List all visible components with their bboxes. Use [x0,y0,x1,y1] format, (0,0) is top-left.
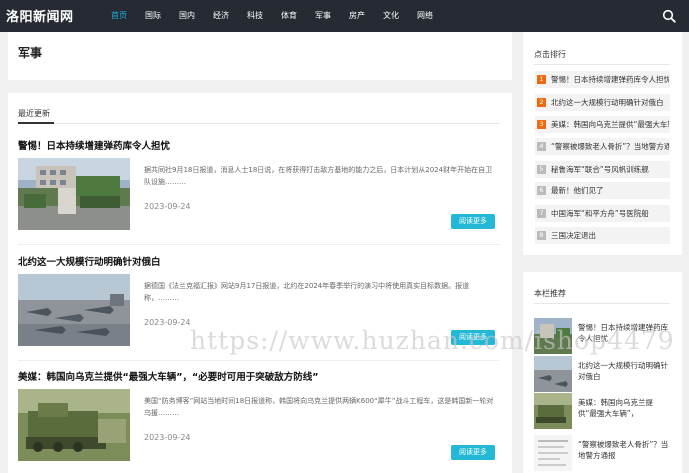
rank-link[interactable]: 中国海军“和平方舟”号医院船 [551,208,669,219]
watermark-text: https://www.huzhan.com/ishop4479 [190,326,675,355]
search-icon[interactable] [662,9,676,23]
nav-item-international[interactable]: 国际 [136,0,170,32]
nav-item-economy[interactable]: 经济 [204,0,238,32]
rank-item[interactable]: 6 最新！他们见了 [535,182,670,199]
article-divider [18,360,500,361]
nav-item-realestate[interactable]: 房产 [340,0,374,32]
rank-number: 8 [537,231,546,240]
recommend-thumbnail[interactable] [534,435,572,471]
article-item: 美媒：韩国向乌克兰提供“最强大车辆”，“必要时可用于突破敌方防线” 美国“防务博… [18,369,500,473]
rank-link[interactable]: 三国决定退出 [551,230,669,241]
recommend-item[interactable]: “警察被爆致老人骨折”？当地警方通报 [534,435,670,473]
rank-number: 2 [537,98,546,107]
ranking-divider [534,64,670,65]
rank-item[interactable]: 4 “警察被爆致老人骨折”？当地警方通报 [535,138,670,155]
article-title[interactable]: 警惕！日本持续增建弹药库令人担忧 [18,138,170,152]
rank-item[interactable]: 2 北约这一大规模行动明确针对俄白 [535,94,670,111]
article-item: 警惕！日本持续增建弹药库令人担忧 据共同社9月18日报道，消息人士18日说，在将… [18,138,500,248]
recommend-thumbnail[interactable] [534,393,572,429]
recommend-link[interactable]: 美媒：韩国向乌克兰提供“最强大车辆”， [578,397,670,421]
rank-number: 4 [537,142,546,151]
main-nav: 首页 国际 国内 经济 科技 体育 军事 房产 文化 网络 [102,0,442,32]
article-thumbnail[interactable] [18,158,130,230]
rank-link[interactable]: 警惕！日本持续增建弹药库令人担忧 [551,74,669,85]
rank-number: 1 [537,75,546,84]
article-date: 2023-09-24 [144,433,191,442]
rank-link[interactable]: 秘鲁海军“联合”号风帆训练舰 [551,164,669,175]
nav-item-tech[interactable]: 科技 [238,0,272,32]
recommend-title: 本栏推荐 [534,289,566,298]
rank-number: 5 [537,165,546,174]
rank-item[interactable]: 3 美媒：韩国向乌克兰提供“最强大车辆” [535,116,670,133]
article-title[interactable]: 美媒：韩国向乌克兰提供“最强大车辆”，“必要时可用于突破敌方防线” [18,369,318,383]
rank-item[interactable]: 8 三国决定退出 [535,227,670,244]
recommend-divider [534,303,670,304]
nav-item-home[interactable]: 首页 [102,0,136,32]
rank-item[interactable]: 7 中国海军“和平方舟”号医院船 [535,205,670,222]
rank-item[interactable]: 5 秘鲁海军“联合”号风帆训练舰 [535,161,670,178]
rank-link[interactable]: “警察被爆致老人骨折”？当地警方通报 [551,141,669,152]
recommend-item[interactable]: 美媒：韩国向乌克兰提供“最强大车辆”， [534,393,670,431]
rank-link[interactable]: 最新！他们见了 [551,185,669,196]
section-divider [18,123,500,124]
nav-item-network[interactable]: 网络 [408,0,442,32]
nav-item-domestic[interactable]: 国内 [170,0,204,32]
nav-item-military[interactable]: 军事 [306,0,340,32]
article-summary: 美国“防务博客”网站当地时间18日报道称，韩国将向乌克兰提供两辆K600“犀牛”… [144,397,494,417]
article-summary: 据共同社9月18日报道，消息人士18日说，在将获得打击敌方基地的能力之后，日本计… [144,166,493,186]
rank-number: 6 [537,186,546,195]
recommend-thumbnail[interactable] [534,356,572,392]
site-logo[interactable]: 洛阳新闻网 [6,6,74,25]
page-title: 军事 [18,46,43,60]
rank-link[interactable]: 北约这一大规模行动明确针对俄白 [551,97,669,108]
ranking-title: 点击排行 [534,50,566,59]
rank-number: 7 [537,209,546,218]
recommend-link[interactable]: 北约这一大规模行动明确针对俄白 [578,360,670,384]
article-date: 2023-09-24 [144,202,191,211]
category-header-panel [8,32,512,80]
article-thumbnail[interactable] [18,274,130,346]
article-title[interactable]: 北约这一大规模行动明确针对俄白 [18,254,161,268]
article-summary: 据德国《法兰克福汇报》网站9月17日报道，北约在2024年春季举行的演习中将使用… [144,282,470,302]
read-more-button[interactable]: 阅读更多 [451,214,495,229]
read-more-button[interactable]: 阅读更多 [451,445,495,460]
top-navbar: 洛阳新闻网 首页 国际 国内 经济 科技 体育 军事 房产 文化 网络 [0,0,689,32]
rank-item[interactable]: 1 警惕！日本持续增建弹药库令人担忧 [535,71,670,88]
rank-number: 3 [537,120,546,129]
article-divider [18,244,500,245]
article-date: 2023-09-24 [144,318,191,327]
recommend-link[interactable]: “警察被爆致老人骨折”？当地警方通报 [578,439,670,463]
rank-link[interactable]: 美媒：韩国向乌克兰提供“最强大车辆” [551,119,669,130]
latest-section-label: 最近更新 [18,109,50,118]
article-thumbnail[interactable] [18,389,130,461]
recommend-item[interactable]: 北约这一大规模行动明确针对俄白 [534,356,670,394]
nav-item-sports[interactable]: 体育 [272,0,306,32]
nav-item-culture[interactable]: 文化 [374,0,408,32]
section-underline [18,122,54,124]
